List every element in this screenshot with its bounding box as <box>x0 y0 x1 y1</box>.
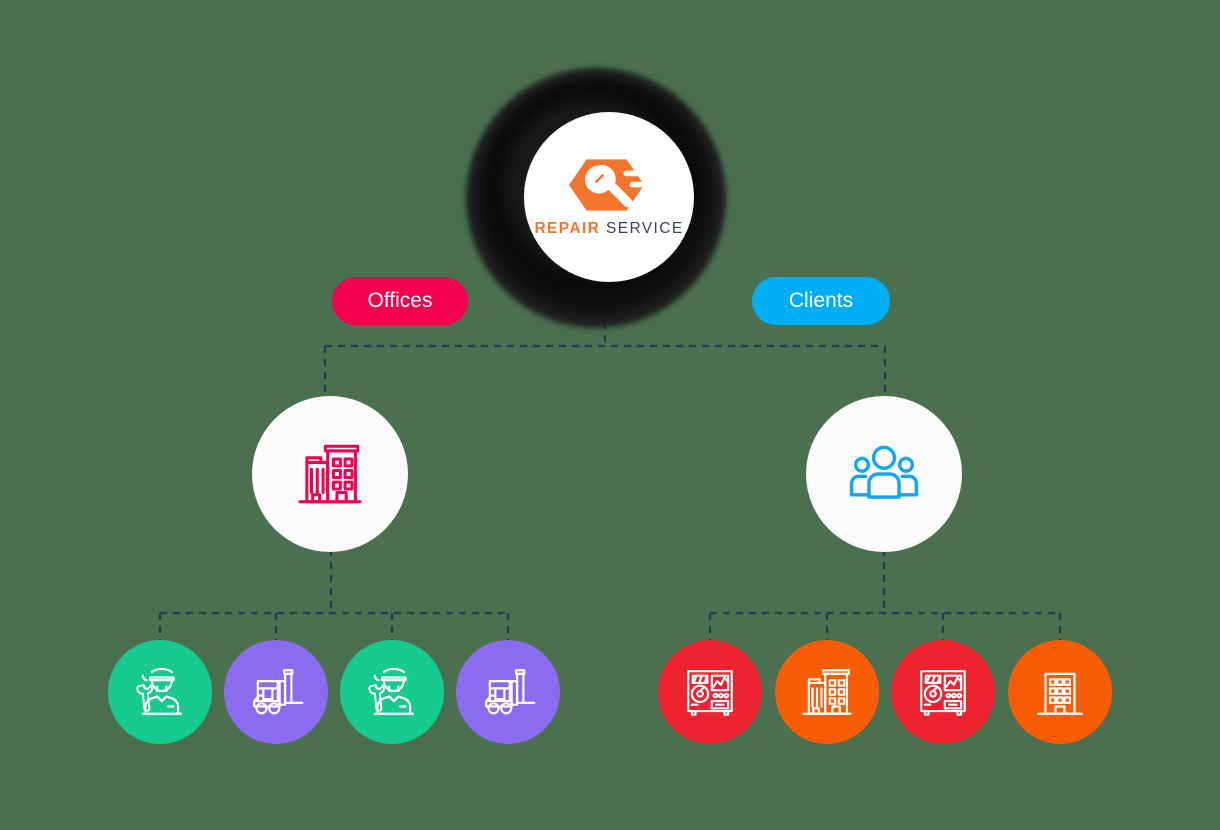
technician-wrench-icon <box>368 667 414 715</box>
apartment-building-icon <box>1037 672 1083 715</box>
people-group-icon <box>849 445 919 499</box>
diagram-canvas: REPAIR SERVICE Offices Clients <box>0 0 1220 830</box>
leaf-offices-3[interactable] <box>340 640 444 744</box>
leaf-offices-2[interactable] <box>224 640 328 744</box>
root-logo-node[interactable]: REPAIR SERVICE <box>466 68 726 328</box>
industrial-machine-icon <box>687 670 733 716</box>
office-buildings-icon <box>802 669 852 715</box>
logo-word-repair: REPAIR <box>534 220 601 237</box>
office-buildings-icon <box>298 444 362 504</box>
industrial-machine-icon <box>920 670 966 716</box>
leaf-clients-4[interactable] <box>1008 640 1112 744</box>
technician-wrench-icon <box>136 667 182 715</box>
leaf-clients-1[interactable] <box>658 640 762 744</box>
logo-wordmark: REPAIR SERVICE <box>534 220 683 238</box>
branch-pill-offices[interactable]: Offices <box>332 277 468 325</box>
leaf-offices-4[interactable] <box>456 640 560 744</box>
branch-node-clients[interactable] <box>806 396 962 552</box>
logo-disc: REPAIR SERVICE <box>524 112 694 282</box>
forklift-icon <box>485 669 536 715</box>
logo-word-service: SERVICE <box>605 220 684 237</box>
forklift-icon <box>253 669 304 715</box>
leaf-offices-1[interactable] <box>108 640 212 744</box>
branch-pill-clients-label: Clients <box>788 289 854 312</box>
hexagon-wrench-icon <box>569 159 653 211</box>
leaf-clients-3[interactable] <box>891 640 995 744</box>
leaf-clients-2[interactable] <box>775 640 879 744</box>
branch-pill-offices-label: Offices <box>367 289 433 312</box>
branch-pill-clients[interactable]: Clients <box>752 277 890 325</box>
branch-node-offices[interactable] <box>252 396 408 552</box>
